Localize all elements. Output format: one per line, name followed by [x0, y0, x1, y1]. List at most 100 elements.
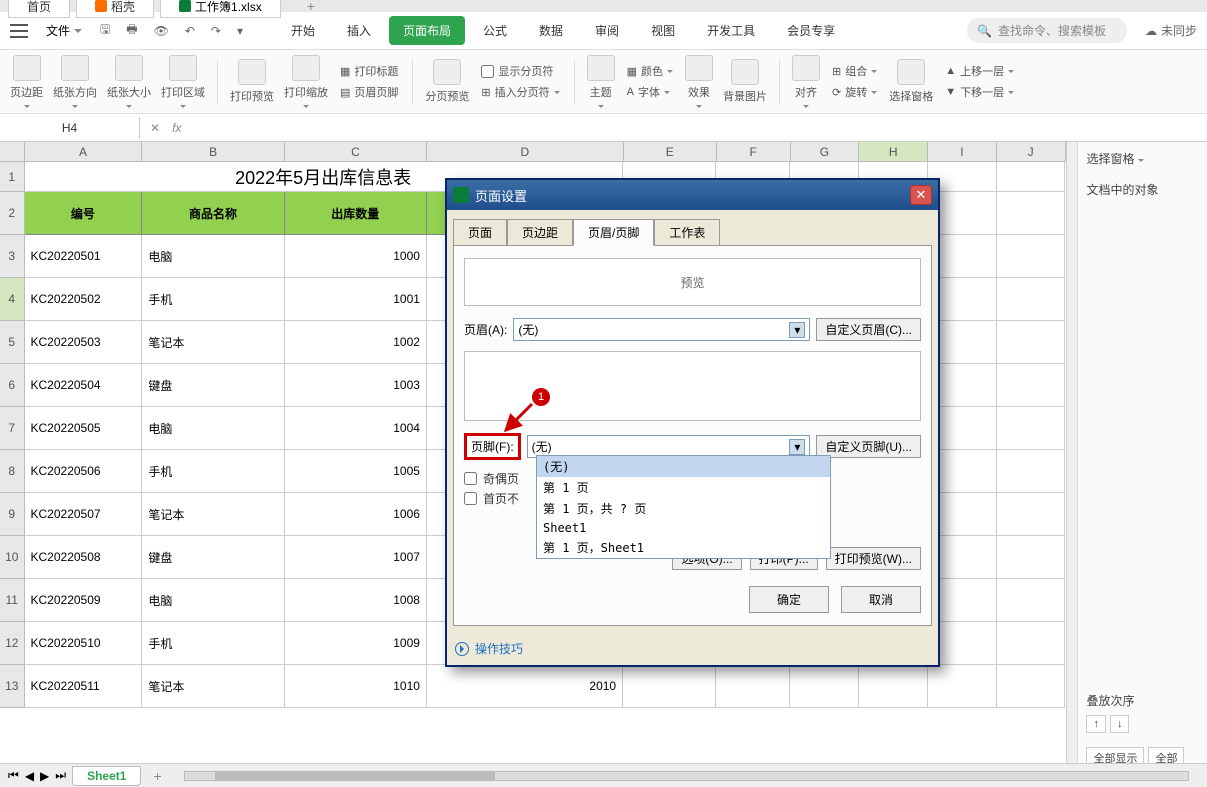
row-header[interactable]: 12	[0, 622, 25, 665]
cell[interactable]	[997, 235, 1066, 278]
ribbon-header-footer[interactable]: ▤页眉页脚	[336, 83, 402, 101]
ribbon-rotate[interactable]: ⟳旋转	[828, 83, 881, 101]
ribbon-margins[interactable]: 页边距	[8, 55, 45, 109]
cell-name[interactable]: 手机	[142, 450, 284, 493]
sheet-nav-prev[interactable]: ◀	[25, 769, 34, 783]
dialog-tab-margin[interactable]: 页边距	[507, 219, 573, 246]
cell-name[interactable]: 手机	[142, 622, 284, 665]
custom-header-button[interactable]: 自定义页眉(C)...	[816, 318, 921, 341]
footer-dropdown-list[interactable]: (无) 第 1 页 第 1 页，共 ? 页 Sheet1 第 1 页，Sheet…	[536, 455, 831, 559]
cell-qty[interactable]: 1000	[285, 235, 427, 278]
name-box[interactable]: H4	[0, 117, 140, 139]
cell-qty[interactable]: 1003	[285, 364, 427, 407]
row-header[interactable]: 10	[0, 536, 25, 579]
footer-option[interactable]: 第 1 页，共 ? 页	[537, 498, 830, 519]
ribbon-bg-image[interactable]: 背景图片	[721, 59, 769, 104]
cell[interactable]	[859, 665, 928, 708]
ribbon-orientation[interactable]: 纸张方向	[51, 55, 99, 109]
ribbon-page-preview[interactable]: 分页预览	[423, 59, 471, 104]
fx-icon[interactable]: fx	[172, 121, 181, 135]
cell-d[interactable]: 2010	[427, 665, 623, 708]
col-header-F[interactable]: F	[717, 142, 791, 161]
col-header-E[interactable]: E	[624, 142, 717, 161]
row-header[interactable]: 2	[0, 192, 25, 235]
cell[interactable]	[997, 162, 1066, 192]
print-icon[interactable]: 🖶	[120, 16, 143, 45]
tab-start[interactable]: 开始	[277, 16, 329, 45]
row-header[interactable]: 6	[0, 364, 25, 407]
cell-name[interactable]: 笔记本	[142, 321, 284, 364]
cell-id[interactable]: KC20220511	[25, 665, 143, 708]
dialog-close-button[interactable]: ✕	[910, 185, 932, 205]
cell-name[interactable]: 电脑	[142, 579, 284, 622]
qat-more-icon[interactable]: ▾	[231, 20, 249, 42]
ok-button[interactable]: 确定	[749, 586, 829, 613]
print-preview-icon[interactable]: 👁	[148, 20, 175, 42]
sync-status[interactable]: ☁ 未同步	[1145, 22, 1197, 39]
tab-developer[interactable]: 开发工具	[693, 16, 769, 45]
row-header[interactable]: 7	[0, 407, 25, 450]
dropdown-arrow-icon[interactable]: ▾	[789, 439, 805, 455]
ribbon-print-scale[interactable]: 打印缩放	[282, 55, 330, 109]
cell[interactable]	[997, 536, 1066, 579]
row-header[interactable]: 4	[0, 278, 25, 321]
row-header[interactable]: 3	[0, 235, 25, 278]
cell-id[interactable]: KC20220510	[25, 622, 143, 665]
cell[interactable]	[997, 493, 1066, 536]
cancel-button[interactable]: 取消	[841, 586, 921, 613]
header-qty[interactable]: 出库数量	[285, 192, 427, 235]
save-icon[interactable]: 🖫	[94, 16, 116, 45]
show-breaks-checkbox[interactable]	[481, 65, 494, 78]
header-select[interactable]: (无) ▾	[513, 318, 810, 341]
cell-id[interactable]: KC20220503	[25, 321, 143, 364]
cell-name[interactable]: 手机	[142, 278, 284, 321]
hamburger-icon[interactable]	[10, 24, 28, 38]
row-header[interactable]: 1	[0, 162, 25, 192]
footer-option[interactable]: 第 1 页	[537, 477, 830, 498]
tab-formula[interactable]: 公式	[469, 16, 521, 45]
cell-name[interactable]: 电脑	[142, 407, 284, 450]
print-preview-button[interactable]: 打印预览(W)...	[826, 547, 921, 570]
footer-option[interactable]: 第 1 页，Sheet1	[537, 537, 830, 558]
cell-id[interactable]: KC20220505	[25, 407, 143, 450]
cell[interactable]	[997, 364, 1066, 407]
cell[interactable]	[623, 665, 716, 708]
ribbon-size[interactable]: 纸张大小	[105, 55, 153, 109]
cell[interactable]	[997, 450, 1066, 493]
cell-name[interactable]: 电脑	[142, 235, 284, 278]
ribbon-send-backward[interactable]: ▼下移一层	[941, 83, 1018, 101]
footer-option[interactable]: Sheet1	[537, 519, 830, 537]
col-header-D[interactable]: D	[427, 142, 623, 161]
tab-view[interactable]: 视图	[637, 16, 689, 45]
cell-qty[interactable]: 1002	[285, 321, 427, 364]
sheet-nav-last[interactable]: ⏭	[55, 768, 66, 783]
cell-qty[interactable]: 1008	[285, 579, 427, 622]
cell-id[interactable]: KC20220501	[25, 235, 143, 278]
ribbon-color[interactable]: ▦颜色	[623, 62, 677, 80]
odd-even-checkbox[interactable]	[464, 472, 477, 485]
row-header[interactable]: 8	[0, 450, 25, 493]
cancel-edit-icon[interactable]: ✕	[150, 121, 160, 135]
dialog-tab-header-footer[interactable]: 页眉/页脚	[573, 219, 654, 246]
redo-icon[interactable]: ↷	[205, 20, 227, 42]
cell-qty[interactable]: 1001	[285, 278, 427, 321]
vertical-scrollbar[interactable]	[1066, 142, 1078, 766]
move-down-button[interactable]: ↓	[1110, 715, 1130, 733]
tab-home[interactable]: 首页	[8, 0, 70, 18]
new-tab-button[interactable]: +	[287, 0, 335, 14]
col-header-C[interactable]: C	[285, 142, 427, 161]
move-up-button[interactable]: ↑	[1086, 715, 1106, 733]
sheet-nav-first[interactable]: ⏮	[8, 768, 19, 783]
dropdown-arrow-icon[interactable]: ▾	[789, 322, 805, 338]
cell[interactable]	[997, 622, 1066, 665]
cell-qty[interactable]: 1004	[285, 407, 427, 450]
col-header-B[interactable]: B	[142, 142, 284, 161]
cell-name[interactable]: 键盘	[142, 536, 284, 579]
col-header-A[interactable]: A	[25, 142, 143, 161]
row-header[interactable]: 11	[0, 579, 25, 622]
col-header-J[interactable]: J	[997, 142, 1066, 161]
cell-id[interactable]: KC20220504	[25, 364, 143, 407]
row-header[interactable]: 9	[0, 493, 25, 536]
dialog-titlebar[interactable]: 页面设置 ✕	[447, 180, 938, 210]
cell-qty[interactable]: 1007	[285, 536, 427, 579]
